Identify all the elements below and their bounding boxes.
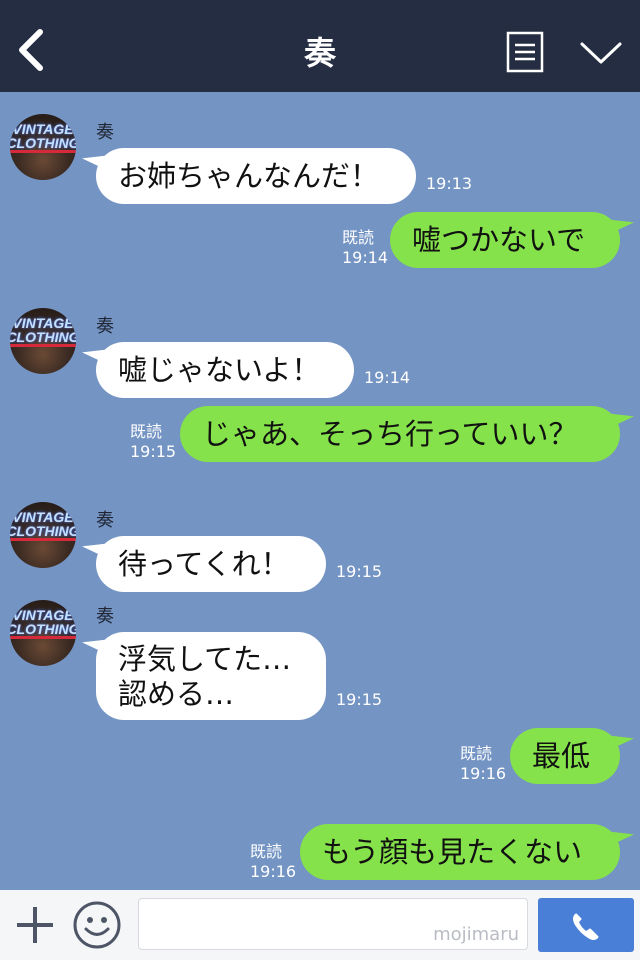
message-list[interactable]: VINTAGE CLOTHING 奏 お姉ちゃんなんだ！ 19:13 既読 19… <box>0 92 640 890</box>
message-time: 19:15 <box>130 442 177 461</box>
menu-icon[interactable] <box>506 30 544 74</box>
phone-icon <box>573 913 599 940</box>
read-receipt: 既読 <box>130 422 163 441</box>
sender-name: 奏 <box>96 122 114 143</box>
smile-icon[interactable] <box>72 900 122 950</box>
message-time: 19:15 <box>336 562 383 581</box>
avatar-text-line2: CLOTHING <box>10 621 76 637</box>
message-time: 19:14 <box>342 248 389 267</box>
message-bubble-outgoing[interactable]: 嘘つかないで <box>390 212 620 268</box>
avatar-text-line1: VINTAGE <box>12 121 74 137</box>
message-bubble-incoming[interactable]: 待ってくれ！ <box>96 536 326 592</box>
avatar[interactable]: VINTAGE CLOTHING <box>10 114 76 180</box>
avatar-text-line2: CLOTHING <box>10 135 76 151</box>
message-time: 19:14 <box>364 368 411 387</box>
avatar-text-line2: CLOTHING <box>10 523 76 539</box>
sender-name: 奏 <box>96 316 114 337</box>
chevron-down-icon[interactable] <box>578 38 624 68</box>
plus-icon[interactable] <box>14 904 56 946</box>
message-time: 19:13 <box>426 174 473 193</box>
avatar[interactable]: VINTAGE CLOTHING <box>10 308 76 374</box>
avatar[interactable]: VINTAGE CLOTHING <box>10 502 76 568</box>
call-button[interactable] <box>538 898 634 952</box>
read-receipt: 既読 <box>250 842 283 861</box>
watermark: mojimaru <box>433 924 519 945</box>
message-time: 19:15 <box>336 690 383 709</box>
message-line: 浮気してた… <box>118 642 292 676</box>
avatar[interactable]: VINTAGE CLOTHING <box>10 600 76 666</box>
message-input[interactable]: mojimaru <box>138 898 528 950</box>
avatar-text-line1: VINTAGE <box>12 509 74 525</box>
message-time: 19:16 <box>250 862 297 881</box>
message-bubble-outgoing[interactable]: 最低 <box>510 728 620 784</box>
read-receipt: 既読 <box>460 744 493 763</box>
sender-name: 奏 <box>96 510 114 531</box>
chat-title: 奏 <box>303 34 336 72</box>
input-bar: mojimaru <box>0 890 640 960</box>
avatar-text-line1: VINTAGE <box>12 607 74 623</box>
avatar-text-line1: VINTAGE <box>12 315 74 331</box>
sender-name: 奏 <box>96 606 114 627</box>
message-bubble-incoming[interactable]: 嘘じゃないよ！ <box>96 342 354 398</box>
read-receipt: 既読 <box>342 228 375 247</box>
message-time: 19:16 <box>460 764 507 783</box>
message-line: 認める… <box>118 677 235 711</box>
message-bubble-outgoing[interactable]: じゃあ、そっち行っていい？ <box>180 406 620 462</box>
avatar-text-line2: CLOTHING <box>10 329 76 345</box>
message-bubble-incoming[interactable]: 浮気してた… 認める… <box>96 632 326 720</box>
message-bubble-outgoing[interactable]: もう顔も見たくない <box>300 824 620 880</box>
message-bubble-incoming[interactable]: お姉ちゃんなんだ！ <box>96 148 416 204</box>
chat-header: 奏 <box>0 0 640 92</box>
